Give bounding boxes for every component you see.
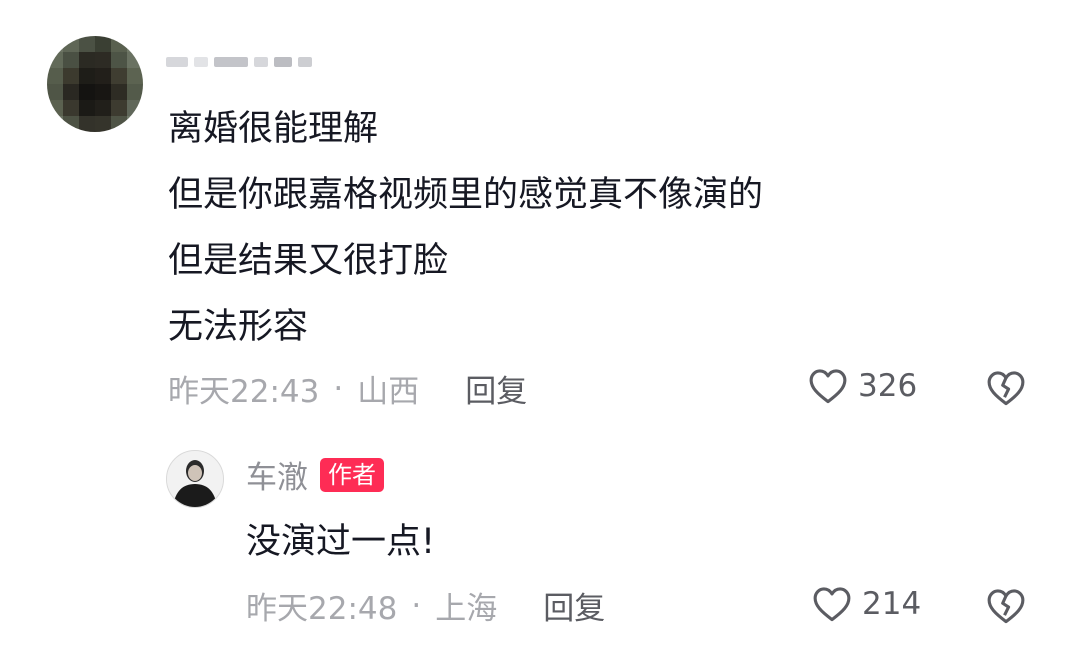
reply-button[interactable]: 回复	[543, 583, 605, 628]
comment-line: 离婚很能理解	[168, 109, 379, 149]
reply-location: 上海	[435, 591, 498, 627]
like-count: 326	[858, 368, 918, 404]
reply-time: 昨天22:48	[246, 591, 398, 627]
commenter-username-blurred[interactable]	[166, 50, 336, 74]
heart-outline-icon[interactable]	[806, 364, 850, 408]
comment-line: 无法形容	[168, 307, 309, 347]
author-badge: 作者	[320, 457, 384, 492]
reply-username[interactable]: 车澈	[246, 452, 308, 497]
reply-button[interactable]: 回复	[465, 366, 527, 411]
reply-text: 没演过一点!	[246, 522, 436, 562]
comment-time: 昨天22:43	[168, 374, 320, 410]
heart-outline-icon[interactable]	[810, 582, 854, 626]
commenter-avatar[interactable]	[47, 36, 143, 132]
comment-text: 离婚很能理解 但是你跟嘉格视频里的感觉真不像演的 但是结果又很打脸 无法形容	[168, 96, 763, 360]
meta-separator: ·	[411, 587, 422, 624]
comment-meta: 昨天22:43 · 山西 回复	[168, 366, 527, 411]
like-button[interactable]: 326	[806, 364, 917, 408]
reply-author: 车澈 作者	[246, 452, 384, 497]
like-button[interactable]: 214	[810, 582, 921, 626]
reply-meta: 昨天22:48 · 上海 回复	[246, 583, 605, 628]
comment-line: 但是你跟嘉格视频里的感觉真不像演的	[168, 175, 764, 215]
meta-separator: ·	[333, 370, 344, 407]
author-avatar[interactable]	[166, 450, 224, 508]
like-count: 214	[862, 586, 922, 622]
comment-line: 但是结果又很打脸	[168, 241, 449, 281]
comment-location: 山西	[357, 374, 420, 410]
broken-heart-icon[interactable]	[984, 366, 1028, 410]
broken-heart-icon[interactable]	[984, 584, 1028, 628]
